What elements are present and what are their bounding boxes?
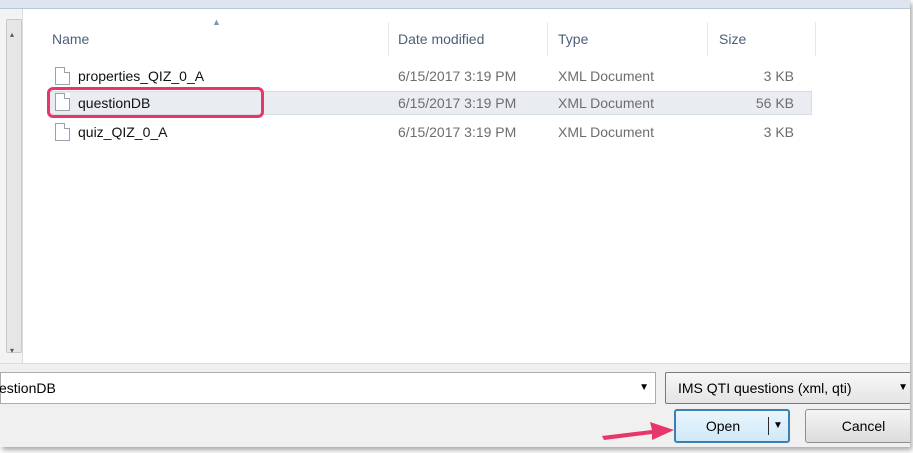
document-icon <box>55 67 70 85</box>
chevron-down-icon[interactable]: ▼ <box>898 383 908 393</box>
file-size: 3 KB <box>763 68 794 84</box>
cancel-button-label: Cancel <box>841 418 886 434</box>
file-name: properties_QIZ_0_A <box>78 68 205 84</box>
vertical-scrollbar[interactable]: ▴ ▾ <box>0 9 23 363</box>
file-row[interactable]: quiz_QIZ_0_A 6/15/2017 3:19 PM XML Docum… <box>48 121 810 143</box>
file-open-dialog: ▴ ▾ ▲ Name Date modified Type Size prope… <box>0 0 910 447</box>
chevron-down-icon[interactable]: ▼ <box>639 383 649 393</box>
chevron-down-icon[interactable]: ▼ <box>773 421 783 431</box>
split-divider <box>768 417 769 435</box>
scrollbar-thumb[interactable] <box>6 19 22 353</box>
column-header-date-modified[interactable]: Date modified <box>398 22 484 56</box>
file-date: 6/15/2017 3:19 PM <box>398 124 517 140</box>
column-separator[interactable] <box>815 22 816 56</box>
column-separator[interactable] <box>388 22 389 56</box>
highlight-annotation <box>47 87 264 118</box>
dialog-top-edge <box>0 0 910 9</box>
file-name-value: estionDB <box>0 380 56 396</box>
cancel-button[interactable]: Cancel <box>805 409 910 443</box>
column-header-size[interactable]: Size <box>719 22 746 56</box>
file-size: 56 KB <box>755 95 794 111</box>
file-type-select[interactable]: IMS QTI questions (xml, qti) ▼ <box>665 372 910 404</box>
arrow-annotation-icon <box>602 422 674 440</box>
file-row[interactable]: properties_QIZ_0_A 6/15/2017 3:19 PM XML… <box>48 65 810 87</box>
file-date: 6/15/2017 3:19 PM <box>398 95 517 111</box>
file-type: XML Document <box>558 95 654 111</box>
file-size: 3 KB <box>763 124 794 140</box>
open-button[interactable]: Open ▼ <box>674 409 790 443</box>
file-list[interactable] <box>0 9 910 364</box>
file-type: XML Document <box>558 124 654 140</box>
file-date: 6/15/2017 3:19 PM <box>398 68 517 84</box>
scroll-up-icon[interactable]: ▴ <box>10 31 14 39</box>
column-header-name[interactable]: Name <box>52 22 89 56</box>
column-separator[interactable] <box>707 22 708 56</box>
file-type-value: IMS QTI questions (xml, qti) <box>678 380 852 396</box>
column-header-type[interactable]: Type <box>558 22 588 56</box>
open-button-label: Open <box>705 418 741 434</box>
file-name: quiz_QIZ_0_A <box>78 124 168 140</box>
document-icon <box>55 123 70 141</box>
sort-ascending-icon: ▲ <box>212 17 221 27</box>
scroll-down-icon[interactable]: ▾ <box>10 347 14 355</box>
file-type: XML Document <box>558 68 654 84</box>
column-separator[interactable] <box>547 22 548 56</box>
file-name-field[interactable]: estionDB ▼ <box>0 372 656 404</box>
